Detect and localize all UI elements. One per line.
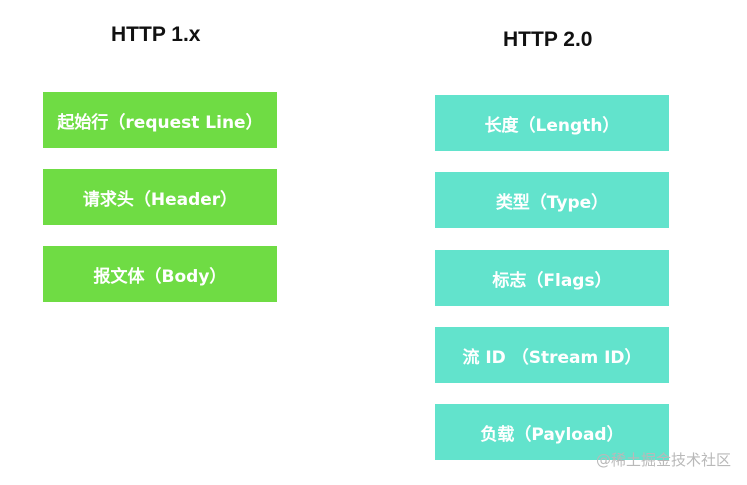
http2-box-label: 负载（Payload） [480,424,624,445]
http1-title: HTTP 1.x [111,23,201,46]
http1-box-header: 请求头（Header） [43,169,277,225]
http1-box-label: 报文体（Body） [93,266,227,287]
http2-box-label: 类型（Type） [495,192,609,213]
http2-box-type: 类型（Type） [435,172,669,228]
http2-box-length: 长度（Length） [435,95,669,151]
http2-box-stream-id: 流 ID （Stream ID） [435,327,669,383]
http2-box-label: 标志（Flags） [492,270,612,291]
http2-title: HTTP 2.0 [503,28,593,51]
http2-box-label: 长度（Length） [484,115,620,136]
diagram-canvas: HTTP 1.x HTTP 2.0 起始行（request Line） 请求头（… [0,0,747,485]
http1-box-label: 起始行（request Line） [57,112,263,133]
http1-box-body: 报文体（Body） [43,246,277,302]
http1-box-label: 请求头（Header） [82,189,238,210]
http2-box-label: 流 ID （Stream ID） [462,347,642,368]
http2-box-flags: 标志（Flags） [435,250,669,306]
watermark: @稀土掘金技术社区 [595,451,731,469]
http1-box-start-line: 起始行（request Line） [43,92,277,148]
